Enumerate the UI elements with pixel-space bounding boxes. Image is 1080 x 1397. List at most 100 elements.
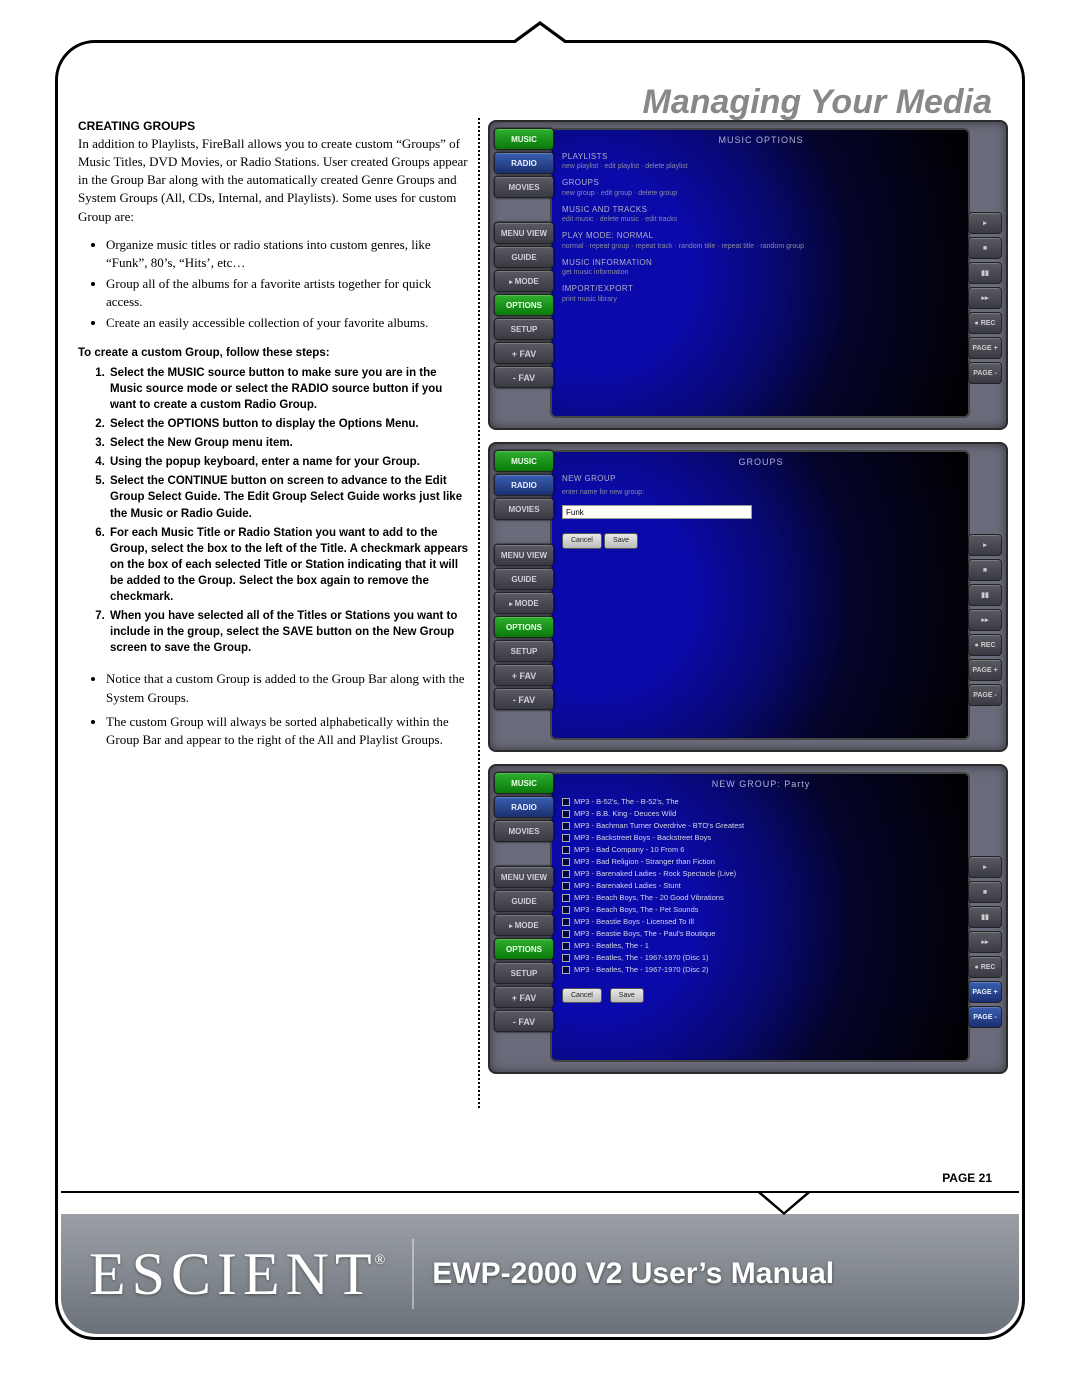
- checkbox-icon[interactable]: [562, 846, 570, 854]
- bottom-notch-icon: [758, 1193, 810, 1215]
- pane-title: NEW GROUP: Party: [560, 776, 962, 792]
- checkbox-icon[interactable]: [562, 834, 570, 842]
- cancel-button[interactable]: Cancel: [562, 533, 602, 548]
- track-label: MP3 - Bad Religion - Stranger than Ficti…: [574, 857, 715, 867]
- left-nav: MUSIC RADIO MOVIES MENU VIEW GUIDE MODE …: [494, 772, 554, 1066]
- checkbox-icon[interactable]: [562, 894, 570, 902]
- save-button[interactable]: Save: [604, 533, 638, 548]
- nav-rem-fav[interactable]: - FAV: [494, 366, 554, 388]
- checkbox-icon[interactable]: [562, 966, 570, 974]
- opt-sub: print music library: [562, 295, 962, 304]
- track-row[interactable]: MP3 - Beach Boys, The - 20 Good Vibratio…: [562, 892, 962, 904]
- track-label: MP3 - Beatles, The - 1: [574, 941, 649, 951]
- track-row[interactable]: MP3 - Bad Religion - Stranger than Ficti…: [562, 856, 962, 868]
- stop-icon[interactable]: ■: [968, 237, 1002, 259]
- nav-guide[interactable]: GUIDE: [494, 890, 554, 912]
- rec-button[interactable]: ● REC: [968, 312, 1002, 334]
- nav-mode[interactable]: MODE: [494, 270, 554, 292]
- nav-movies[interactable]: MOVIES: [494, 498, 554, 520]
- track-row[interactable]: MP3 - B-52's, The - B-52's, The: [562, 796, 962, 808]
- track-list: MP3 - B-52's, The - B-52's, TheMP3 - B.B…: [562, 796, 962, 1058]
- nav-guide[interactable]: GUIDE: [494, 246, 554, 268]
- nav-music[interactable]: MUSIC: [494, 450, 554, 472]
- checkbox-icon[interactable]: [562, 942, 570, 950]
- track-row[interactable]: MP3 - Beatles, The - 1967-1970 (Disc 1): [562, 952, 962, 964]
- left-nav: MUSIC RADIO MOVIES MENU VIEW GUIDE MODE …: [494, 450, 554, 744]
- nav-radio[interactable]: RADIO: [494, 796, 554, 818]
- checkbox-icon[interactable]: [562, 798, 570, 806]
- checkbox-icon[interactable]: [562, 870, 570, 878]
- checkbox-icon[interactable]: [562, 810, 570, 818]
- track-row[interactable]: MP3 - Beastie Boys, The - Paul's Boutiqu…: [562, 928, 962, 940]
- nav-menuview[interactable]: MENU VIEW: [494, 544, 554, 566]
- nav-menuview[interactable]: MENU VIEW: [494, 222, 554, 244]
- nav-movies[interactable]: MOVIES: [494, 176, 554, 198]
- nav-mode[interactable]: MODE: [494, 914, 554, 936]
- nav-setup[interactable]: SETUP: [494, 318, 554, 340]
- track-row[interactable]: MP3 - Bad Company - 10 From 6: [562, 844, 962, 856]
- opt-head: IMPORT/EXPORT: [562, 284, 962, 294]
- cancel-button[interactable]: Cancel: [562, 988, 602, 1003]
- nav-add-fav[interactable]: + FAV: [494, 342, 554, 364]
- pause-icon[interactable]: ▮▮: [968, 906, 1002, 928]
- nav-options[interactable]: OPTIONS: [494, 938, 554, 960]
- nav-movies[interactable]: MOVIES: [494, 820, 554, 842]
- track-row[interactable]: MP3 - B.B. King - Deuces Wild: [562, 808, 962, 820]
- nav-setup[interactable]: SETUP: [494, 962, 554, 984]
- save-button[interactable]: Save: [610, 988, 644, 1003]
- track-row[interactable]: MP3 - Backstreet Boys - Backstreet Boys: [562, 832, 962, 844]
- nav-menuview[interactable]: MENU VIEW: [494, 866, 554, 888]
- rec-button[interactable]: ● REC: [968, 634, 1002, 656]
- checkbox-icon[interactable]: [562, 930, 570, 938]
- nav-guide[interactable]: GUIDE: [494, 568, 554, 590]
- track-row[interactable]: MP3 - Beach Boys, The - Pet Sounds: [562, 904, 962, 916]
- nav-setup[interactable]: SETUP: [494, 640, 554, 662]
- nav-mode[interactable]: MODE: [494, 592, 554, 614]
- page-plus[interactable]: PAGE +: [968, 659, 1002, 681]
- stop-icon[interactable]: ■: [968, 881, 1002, 903]
- nav-rem-fav[interactable]: - FAV: [494, 688, 554, 710]
- screenshot-column: MUSIC RADIO MOVIES MENU VIEW GUIDE MODE …: [488, 118, 1008, 1168]
- nav-add-fav[interactable]: + FAV: [494, 986, 554, 1008]
- checkbox-icon[interactable]: [562, 918, 570, 926]
- pause-icon[interactable]: ▮▮: [968, 262, 1002, 284]
- checkbox-icon[interactable]: [562, 882, 570, 890]
- page-minus[interactable]: PAGE -: [968, 1006, 1002, 1028]
- step-item: For each Music Title or Radio Station yo…: [108, 525, 470, 605]
- nav-radio[interactable]: RADIO: [494, 152, 554, 174]
- page-minus[interactable]: PAGE -: [968, 362, 1002, 384]
- play-icon[interactable]: ▸: [968, 534, 1002, 556]
- checkbox-icon[interactable]: [562, 858, 570, 866]
- track-row[interactable]: MP3 - Beatles, The - 1: [562, 940, 962, 952]
- page-plus[interactable]: PAGE +: [968, 981, 1002, 1003]
- track-row[interactable]: MP3 - Barenaked Ladies - Stunt: [562, 880, 962, 892]
- nav-options[interactable]: OPTIONS: [494, 616, 554, 638]
- nav-music[interactable]: MUSIC: [494, 772, 554, 794]
- group-name-input[interactable]: [562, 505, 752, 519]
- ff-icon[interactable]: ▸▸: [968, 609, 1002, 631]
- track-row[interactable]: MP3 - Bachman Turner Overdrive - BTO's G…: [562, 820, 962, 832]
- nav-music[interactable]: MUSIC: [494, 128, 554, 150]
- ff-icon[interactable]: ▸▸: [968, 287, 1002, 309]
- checkbox-icon[interactable]: [562, 822, 570, 830]
- rec-button[interactable]: ● REC: [968, 956, 1002, 978]
- pause-icon[interactable]: ▮▮: [968, 584, 1002, 606]
- transport-buttons: ▸ ■ ▮▮ ▸▸ ● REC PAGE + PAGE -: [968, 212, 1002, 422]
- nav-radio[interactable]: RADIO: [494, 474, 554, 496]
- nav-add-fav[interactable]: + FAV: [494, 664, 554, 686]
- play-icon[interactable]: ▸: [968, 856, 1002, 878]
- track-label: MP3 - Barenaked Ladies - Rock Spectacle …: [574, 869, 736, 879]
- track-row[interactable]: MP3 - Barenaked Ladies - Rock Spectacle …: [562, 868, 962, 880]
- track-row[interactable]: MP3 - Beastie Boys - Licensed To Ill: [562, 916, 962, 928]
- checkbox-icon[interactable]: [562, 954, 570, 962]
- checkbox-icon[interactable]: [562, 906, 570, 914]
- nav-options[interactable]: OPTIONS: [494, 294, 554, 316]
- track-label: MP3 - Beach Boys, The - 20 Good Vibratio…: [574, 893, 724, 903]
- nav-rem-fav[interactable]: - FAV: [494, 1010, 554, 1032]
- play-icon[interactable]: ▸: [968, 212, 1002, 234]
- ff-icon[interactable]: ▸▸: [968, 931, 1002, 953]
- page-minus[interactable]: PAGE -: [968, 684, 1002, 706]
- page-plus[interactable]: PAGE +: [968, 337, 1002, 359]
- track-row[interactable]: MP3 - Beatles, The - 1967-1970 (Disc 2): [562, 964, 962, 976]
- stop-icon[interactable]: ■: [968, 559, 1002, 581]
